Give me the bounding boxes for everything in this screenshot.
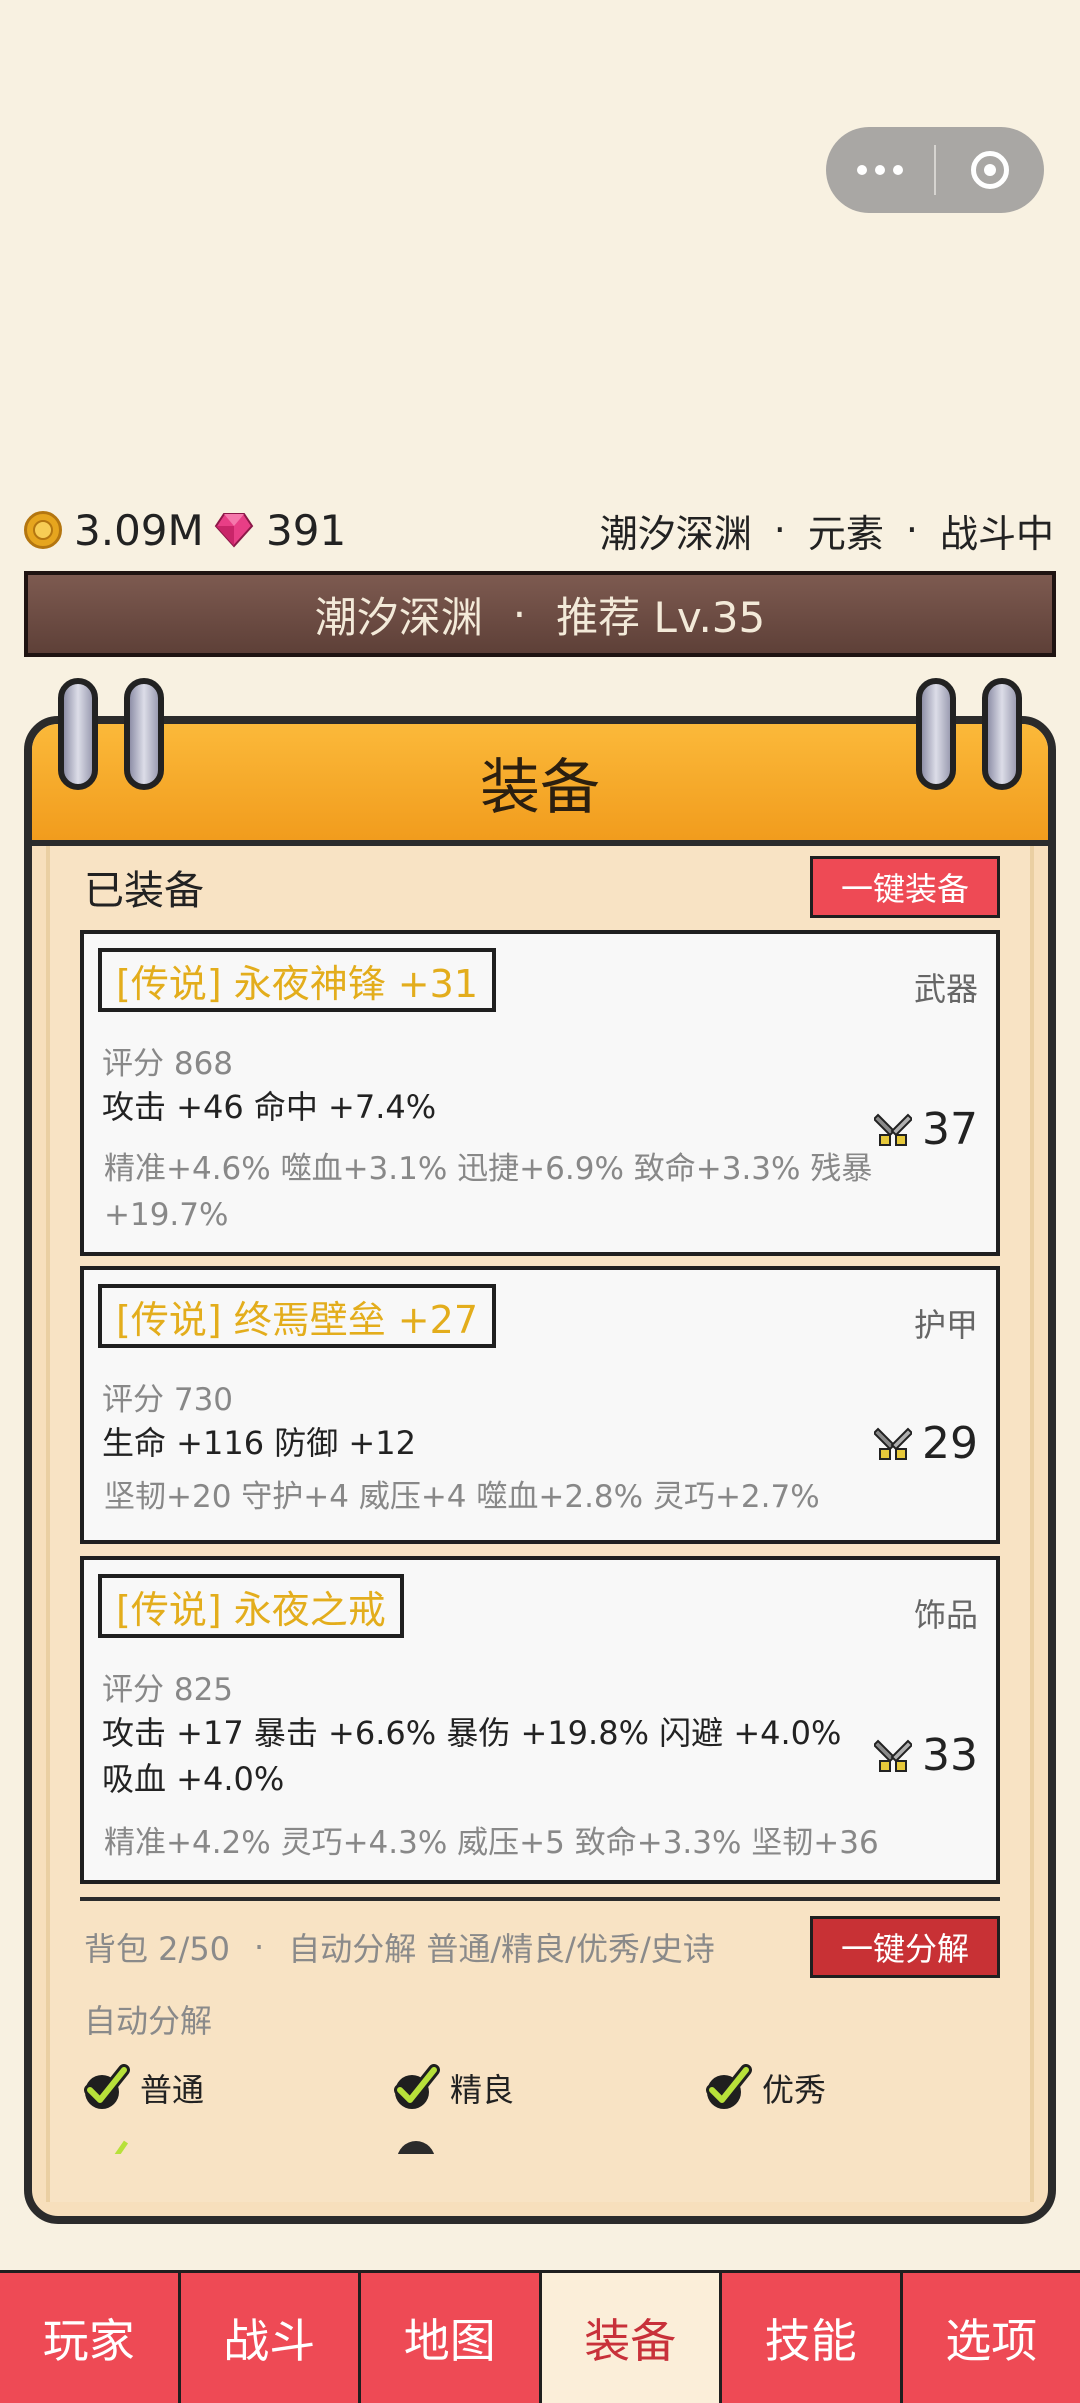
panel-header: 装备 — [32, 724, 1048, 846]
option-label: 精良 — [450, 2065, 514, 2111]
item-score: 评分 730 — [102, 1374, 233, 1419]
panel-title: 装备 — [480, 739, 600, 826]
banner-area: 潮汐深渊 — [315, 584, 483, 645]
checkbox-checked-icon — [392, 2064, 440, 2112]
binder-ring — [982, 678, 1022, 790]
binder-ring — [124, 678, 164, 790]
tab-battle[interactable]: 战斗 — [181, 2273, 362, 2403]
item-power: 29 — [874, 1418, 978, 1469]
item-power-value: 33 — [922, 1730, 978, 1781]
tab-equipment[interactable]: 装备 — [542, 2273, 723, 2403]
status-element: 元素 — [808, 503, 884, 558]
item-name: [传说] 终焉壁垒 +27 — [98, 1284, 496, 1348]
bottom-tab-bar: 玩家 战斗 地图 装备 技能 选项 — [0, 2270, 1080, 2403]
gem-amount: 391 — [266, 506, 346, 555]
banner-separator-dot: · — [513, 590, 526, 639]
item-score: 评分 868 — [102, 1038, 233, 1083]
auto-decompose-title: 自动分解 — [84, 1996, 212, 2042]
item-power-value: 37 — [922, 1104, 978, 1155]
tab-map[interactable]: 地图 — [361, 2273, 542, 2403]
bag-separator-dot: · — [254, 1928, 264, 1966]
auto-decompose-option-fine[interactable]: 精良 — [392, 2060, 514, 2116]
checkbox-checked-icon — [94, 2138, 130, 2154]
close-miniprogram-icon[interactable] — [936, 151, 1044, 189]
item-power: 37 — [874, 1104, 978, 1155]
item-slot: 护甲 — [914, 1300, 978, 1346]
item-main-stats: 攻击 +46 命中 +7.4% — [102, 1084, 862, 1130]
area-banner: 潮汐深渊 · 推荐 Lv.35 — [24, 571, 1056, 657]
item-main-stats: 生命 +116 防御 +12 — [102, 1420, 862, 1466]
checkbox-unchecked-icon — [394, 2138, 438, 2154]
decompose-all-button[interactable]: 一键分解 — [810, 1916, 1000, 1978]
item-main-stats: 攻击 +17 暴击 +6.6% 暴伤 +19.8% 闪避 +4.0% 吸血 +4… — [102, 1710, 862, 1802]
item-sub-stats: 精准+4.2% 灵巧+4.3% 威压+5 致命+3.3% 坚韧+36 — [104, 1820, 904, 1866]
more-menu-icon[interactable] — [826, 165, 934, 175]
item-sub-stats: 精准+4.6% 噬血+3.1% 迅捷+6.9% 致命+3.3% 残暴+19.7% — [104, 1146, 904, 1238]
auto-decompose-info: 自动分解 普通/精良/优秀/史诗 — [288, 1924, 715, 1970]
checkbox-checked-icon — [82, 2064, 130, 2112]
equipped-section-title: 已装备 — [84, 858, 204, 916]
checkbox-checked-icon — [704, 2064, 752, 2112]
item-score: 评分 825 — [102, 1664, 233, 1709]
equipment-card-accessory[interactable]: [传说] 永夜之戒 饰品 评分 825 攻击 +17 暴击 +6.6% 暴伤 +… — [80, 1556, 1000, 1884]
auto-decompose-option-excellent[interactable]: 优秀 — [704, 2060, 826, 2116]
status-area: 潮汐深渊 — [600, 503, 752, 558]
item-power-value: 29 — [922, 1418, 978, 1469]
gem-icon — [214, 512, 254, 548]
option-label: 普通 — [140, 2065, 204, 2111]
auto-decompose-option-common[interactable]: 普通 — [82, 2060, 204, 2116]
item-slot: 饰品 — [914, 1590, 978, 1636]
binder-ring — [58, 678, 98, 790]
banner-recommend: 推荐 Lv.35 — [556, 584, 765, 645]
tab-options[interactable]: 选项 — [903, 2273, 1080, 2403]
bag-info: 背包 2/50 · 自动分解 普通/精良/优秀/史诗 — [84, 1920, 715, 1974]
gold-display: 3.09M — [24, 500, 204, 560]
binder-ring — [916, 678, 956, 790]
bag-capacity: 背包 2/50 — [84, 1924, 230, 1970]
equipment-card-armor[interactable]: [传说] 终焉壁垒 +27 护甲 评分 730 生命 +116 防御 +12 坚… — [80, 1266, 1000, 1544]
miniprogram-capsule — [826, 127, 1044, 213]
tab-player[interactable]: 玩家 — [0, 2273, 181, 2403]
gold-coin-icon — [24, 511, 62, 549]
gold-amount: 3.09M — [74, 506, 204, 555]
battle-status: 潮汐深渊 · 元素 · 战斗中 — [600, 500, 1054, 560]
section-divider — [80, 1897, 1000, 1901]
item-sub-stats: 坚韧+20 守护+4 威压+4 噬血+2.8% 灵巧+2.7% — [104, 1474, 904, 1520]
gem-display: 391 — [214, 500, 346, 560]
crossed-swords-icon — [874, 1737, 912, 1775]
option-label: 优秀 — [762, 2065, 826, 2111]
item-name: [传说] 永夜神锋 +31 — [98, 948, 496, 1012]
status-separator-dot: · — [906, 508, 918, 552]
status-state: 战斗中 — [940, 503, 1054, 558]
item-slot: 武器 — [914, 964, 978, 1010]
crossed-swords-icon — [874, 1111, 912, 1149]
item-power: 33 — [874, 1730, 978, 1781]
equip-all-button[interactable]: 一键装备 — [810, 856, 1000, 918]
crossed-swords-icon — [874, 1425, 912, 1463]
equipment-card-weapon[interactable]: [传说] 永夜神锋 +31 武器 评分 868 攻击 +46 命中 +7.4% … — [80, 930, 1000, 1256]
item-name: [传说] 永夜之戒 — [98, 1574, 404, 1638]
status-separator-dot: · — [774, 508, 786, 552]
tab-skills[interactable]: 技能 — [722, 2273, 903, 2403]
